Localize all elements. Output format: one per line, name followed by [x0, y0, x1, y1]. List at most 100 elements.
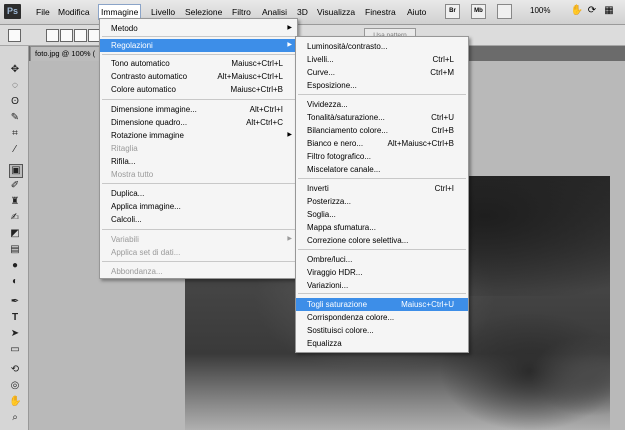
menu-item-shortcut: Alt+Maiusc+Ctrl+B	[387, 139, 454, 148]
menu-item-label: Correzione colore selettiva...	[307, 236, 409, 245]
menu-item-filtro-fotografico[interactable]: Filtro fotografico...	[296, 150, 468, 163]
stamp-icon[interactable]: ♜	[9, 196, 21, 208]
dodge-icon[interactable]: ◐	[9, 276, 21, 288]
crop-icon[interactable]: ⌗	[9, 128, 21, 140]
type-icon[interactable]: T	[9, 312, 21, 324]
menu-file[interactable]: File	[34, 5, 52, 19]
menu-item-posterizza[interactable]: Posterizza...	[296, 195, 468, 208]
menu-item-rotazione-immagine[interactable]: Rotazione immagine ▶	[100, 129, 297, 142]
menu-separator	[298, 94, 466, 95]
menu-item-label: Calcoli...	[111, 215, 142, 224]
immagine-dropdown: Metodo ▶ Regolazioni ▶ Tono automatico Maiusc…	[99, 18, 298, 279]
menu-modifica[interactable]: Modifica	[56, 5, 92, 19]
menu-item-shortcut: Ctrl+L	[432, 55, 454, 64]
menu-item-curve[interactable]: Curve... Ctrl+M	[296, 66, 468, 79]
blur-icon[interactable]: ●	[9, 260, 21, 272]
arrange-icon[interactable]: ▦	[602, 4, 616, 18]
quick-select-icon[interactable]: ✎	[9, 112, 21, 124]
menu-livello[interactable]: Livello	[149, 5, 177, 19]
menu-visualizza[interactable]: Visualizza	[315, 5, 357, 19]
menu-item-metodo[interactable]: Metodo ▶	[100, 22, 297, 35]
move-icon[interactable]: ✥	[9, 64, 21, 76]
menu-item-correzione-colore-selettiva[interactable]: Correzione colore selettiva...	[296, 234, 468, 247]
bridge-button[interactable]: Br	[445, 4, 460, 19]
document-tab[interactable]: foto.jpg @ 100% (	[30, 46, 110, 62]
menu-item-shortcut: Alt+Ctrl+I	[249, 105, 283, 114]
regolazioni-submenu: Luminosità/contrasto... Livelli... Ctrl+L C…	[295, 36, 469, 353]
eraser-icon[interactable]: ◩	[9, 228, 21, 240]
healing-icon[interactable]: ▣	[9, 164, 23, 178]
menu-analisi[interactable]: Analisi	[260, 5, 289, 19]
menu-item-label: Miscelatore canale...	[307, 165, 381, 174]
hand-tool-icon[interactable]: ✋	[9, 396, 21, 408]
path-select-icon[interactable]: ➤	[9, 328, 21, 340]
subtract-selection-icon[interactable]	[74, 29, 87, 42]
menu-selezione[interactable]: Selezione	[183, 5, 224, 19]
gradient-icon[interactable]: ▤	[9, 244, 21, 256]
menu-item-vividezza[interactable]: Vividezza...	[296, 98, 468, 111]
new-selection-icon[interactable]	[46, 29, 59, 42]
menu-item-ombre-luci[interactable]: Ombre/luci...	[296, 253, 468, 266]
hand-icon[interactable]: ✋	[570, 4, 584, 18]
marquee-icon[interactable]: ◌	[9, 80, 21, 92]
menu-item-label: Variazioni...	[307, 281, 349, 290]
menu-item-dimensione-quadro[interactable]: Dimensione quadro... Alt+Ctrl+C	[100, 116, 297, 129]
menu-item-mappa-sfumatura[interactable]: Mappa sfumatura...	[296, 221, 468, 234]
menu-item-tonalita-saturazione[interactable]: Tonalità/saturazione... Ctrl+U	[296, 111, 468, 124]
menu-item-viraggio-hdr[interactable]: Viraggio HDR...	[296, 266, 468, 279]
menu-item-regolazioni[interactable]: Regolazioni ▶	[100, 39, 297, 52]
menu-item-bianco-e-nero[interactable]: Bianco e nero... Alt+Maiusc+Ctrl+B	[296, 137, 468, 150]
pen-icon[interactable]: ✒	[9, 296, 21, 308]
shape-icon[interactable]: ▭	[9, 344, 21, 356]
menu-finestra[interactable]: Finestra	[363, 5, 398, 19]
menu-item-livelli[interactable]: Livelli... Ctrl+L	[296, 53, 468, 66]
zoom-tool-icon[interactable]: ⌕	[9, 412, 21, 424]
menu-item-applica-immagine[interactable]: Applica immagine...	[100, 200, 297, 213]
menu-item-shortcut: Ctrl+U	[431, 113, 454, 122]
zoom-level[interactable]: 100%	[530, 6, 550, 15]
brush-icon[interactable]: ✐	[9, 180, 21, 192]
eyedropper-icon[interactable]: ⁄	[9, 144, 21, 156]
menu-item-corrispondenza-colore[interactable]: Corrispondenza colore...	[296, 311, 468, 324]
menu-item-label: Metodo	[111, 24, 138, 33]
menu-item-colore-automatico[interactable]: Colore automatico Maiusc+Ctrl+B	[100, 83, 297, 96]
menu-item-inverti[interactable]: Inverti Ctrl+I	[296, 182, 468, 195]
menu-item-shortcut: Alt+Ctrl+C	[246, 118, 283, 127]
add-selection-icon[interactable]	[60, 29, 73, 42]
menu-item-equalizza[interactable]: Equalizza	[296, 337, 468, 350]
menu-item-soglia[interactable]: Soglia...	[296, 208, 468, 221]
menu-aiuto[interactable]: Aiuto	[405, 5, 428, 19]
menu-item-calcoli[interactable]: Calcoli...	[100, 213, 297, 226]
menu-item-label: Applica immagine...	[111, 202, 181, 211]
view-extras-button[interactable]	[497, 4, 512, 19]
menu-item-togli-saturazione[interactable]: Togli saturazione Maiusc+Ctrl+U	[296, 298, 468, 311]
menu-item-label: Soglia...	[307, 210, 336, 219]
menu-item-contrasto-automatico[interactable]: Contrasto automatico Alt+Maiusc+Ctrl+L	[100, 70, 297, 83]
3d-rotate-icon[interactable]: ⟲	[9, 364, 21, 376]
menu-3d[interactable]: 3D	[295, 5, 310, 19]
menu-item-shortcut: Ctrl+I	[434, 184, 454, 193]
menu-item-ritaglia: Ritaglia	[100, 142, 297, 155]
lasso-icon[interactable]: ʘ	[9, 96, 21, 108]
menu-item-tono-automatico[interactable]: Tono automatico Maiusc+Ctrl+L	[100, 57, 297, 70]
menu-item-esposizione[interactable]: Esposizione...	[296, 79, 468, 92]
menu-item-variazioni[interactable]: Variazioni...	[296, 279, 468, 292]
menu-separator	[102, 54, 295, 55]
tool-preset-icon[interactable]	[8, 29, 21, 42]
rotate-view-icon[interactable]: ⟳	[585, 4, 599, 18]
submenu-arrow-icon: ▶	[287, 25, 292, 31]
menu-separator	[298, 178, 466, 179]
menu-item-duplica[interactable]: Duplica...	[100, 187, 297, 200]
3d-orbit-icon[interactable]: ◎	[9, 380, 21, 392]
history-brush-icon[interactable]: ✍	[9, 212, 21, 224]
menu-item-luminosita-contrasto[interactable]: Luminosità/contrasto...	[296, 40, 468, 53]
menu-item-dimensione-immagine[interactable]: Dimensione immagine... Alt+Ctrl+I	[100, 103, 297, 116]
menubar: Ps File Modifica Immagine Livello Selezi…	[0, 0, 625, 25]
menu-filtro[interactable]: Filtro	[230, 5, 253, 19]
menu-item-applica-set-di-dati: Applica set di dati...	[100, 246, 297, 259]
menu-item-bilanciamento-colore[interactable]: Bilanciamento colore... Ctrl+B	[296, 124, 468, 137]
menu-item-sostituisci-colore[interactable]: Sostituisci colore...	[296, 324, 468, 337]
menu-item-miscelatore-canale[interactable]: Miscelatore canale...	[296, 163, 468, 176]
mini-bridge-button[interactable]: Mb	[471, 4, 486, 19]
menu-item-rifila[interactable]: Rifila...	[100, 155, 297, 168]
